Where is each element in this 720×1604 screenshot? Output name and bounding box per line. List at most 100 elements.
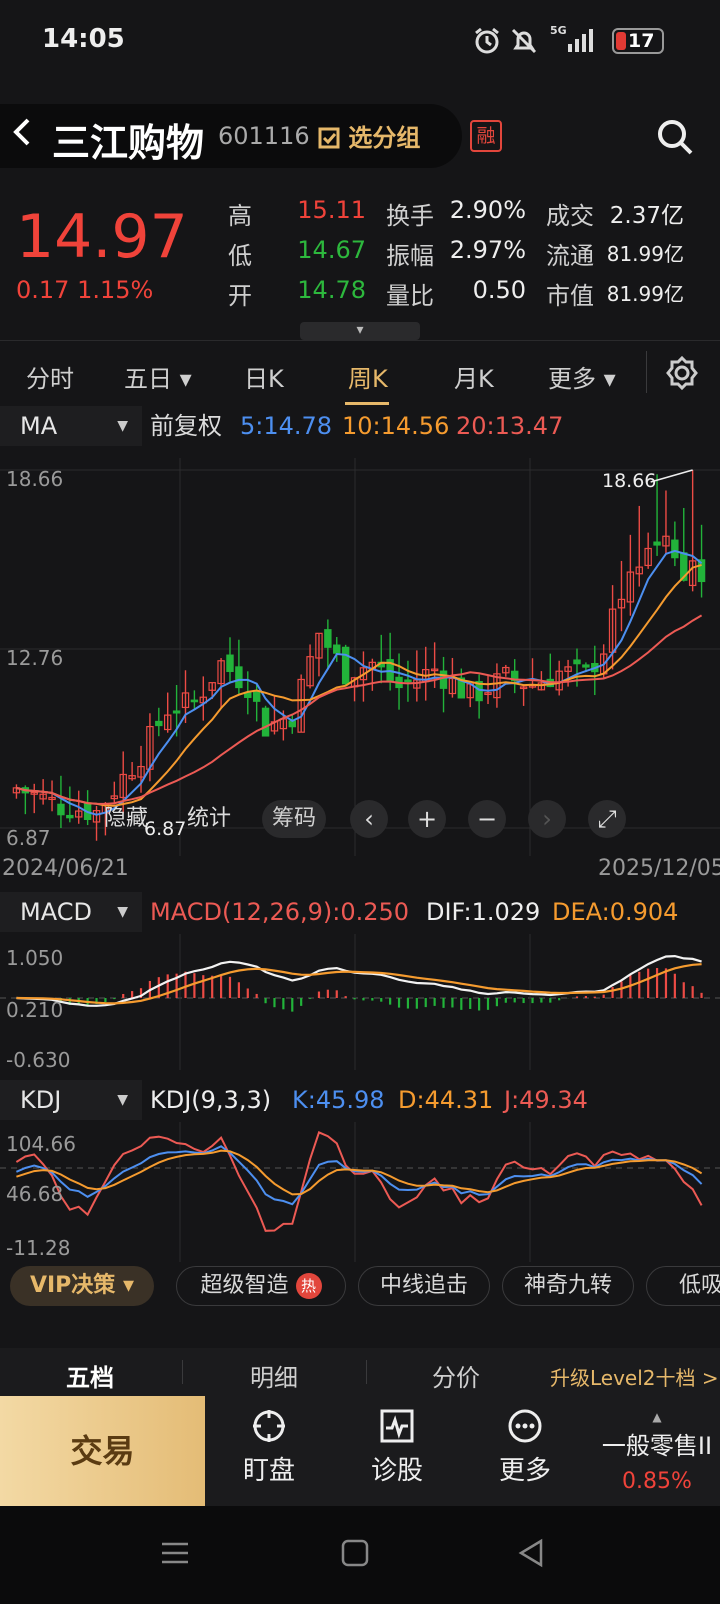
stats-button[interactable]: 统计	[176, 800, 242, 838]
back-icon[interactable]	[516, 1538, 546, 1568]
menu-icon[interactable]	[160, 1538, 190, 1568]
status-bar: 14:05 5G 17	[0, 0, 720, 80]
candle-body	[235, 666, 243, 689]
kdj-axis-mid: 46.68	[6, 1182, 64, 1206]
gear-icon[interactable]	[664, 355, 700, 391]
stock-name: 三江购物	[52, 121, 205, 165]
candle-body	[573, 659, 581, 665]
scroll-left-icon[interactable]: ‹	[350, 800, 388, 838]
trade-button[interactable]: 交易	[0, 1396, 205, 1506]
strategy-mid-term[interactable]: 中线追击	[358, 1266, 490, 1306]
candle-body	[582, 664, 590, 668]
kdj-d: D:44.31	[398, 1086, 494, 1114]
candle-body	[671, 539, 679, 559]
chevron-down-icon[interactable]: ▾	[300, 322, 420, 340]
checkbox-icon	[318, 127, 340, 149]
max-price-label: 18.66	[602, 470, 657, 492]
zoom-in-icon[interactable]: +	[408, 800, 446, 838]
macd-axis-bottom: -0.630	[6, 1048, 71, 1072]
hide-button[interactable]: 隐藏	[96, 800, 156, 838]
kdj-chart[interactable]	[0, 1122, 720, 1262]
kdj-k: K:45.98	[292, 1086, 385, 1114]
search-icon[interactable]	[656, 118, 694, 156]
low-value: 14.67	[297, 236, 366, 264]
kdj-j: J:49.34	[504, 1086, 588, 1114]
macd-header: MACD ▼ MACD(12,26,9):0.250 DIF:1.029 DEA:…	[0, 892, 720, 932]
chips-button[interactable]: 筹码	[262, 800, 326, 838]
more-button[interactable]: 更多	[480, 1408, 570, 1487]
candle-body	[653, 541, 661, 546]
kdj-axis-top: 104.66	[6, 1132, 76, 1156]
tab-daily-k[interactable]: 日K	[244, 359, 284, 394]
stock-code: 601116	[218, 122, 310, 150]
volume-label: 成交	[546, 202, 594, 230]
market-cap-label: 市值	[546, 282, 594, 310]
end-date-label: 2025/12/05	[598, 856, 720, 881]
macd-title: MACD(12,26,9):0.250	[150, 898, 410, 926]
candle-body	[252, 691, 261, 702]
home-icon[interactable]	[340, 1538, 370, 1568]
strategy-low-buy[interactable]: 低吸能	[646, 1266, 720, 1306]
high-value: 15.11	[297, 196, 366, 224]
select-group-button[interactable]: 选分组	[318, 118, 420, 153]
system-nav-bar	[0, 1506, 720, 1604]
fee-tier[interactable]: ▲ 一般零售II 0.85%	[594, 1410, 720, 1494]
tab-detail[interactable]: 明细	[250, 1358, 298, 1393]
ma20-value: 20:13.47	[456, 412, 564, 440]
watch-button[interactable]: 盯盘	[224, 1408, 314, 1487]
alarm-icon	[475, 27, 499, 54]
turnover-label: 换手	[386, 202, 434, 230]
kdj-title: KDJ(9,3,3)	[150, 1086, 272, 1114]
macd-selector[interactable]: MACD ▼	[0, 892, 142, 932]
period-tabs: 分时 五日 ▾ 日K 周K 月K 更多 ▾	[0, 340, 720, 405]
kline-chart[interactable]	[0, 458, 720, 856]
strategy-super-manufacturing[interactable]: 超级智造 热	[176, 1266, 346, 1306]
candle-body	[172, 710, 181, 714]
candle-body	[324, 629, 332, 648]
candle-body	[261, 707, 270, 737]
battery-icon: 17	[612, 28, 664, 54]
tab-five-levels[interactable]: 五档	[66, 1358, 114, 1393]
margin-badge[interactable]: 融	[470, 120, 502, 152]
ma-header: MA ▼ 前复权 5:14.78 10:14.56 20:13.47	[0, 406, 720, 446]
macd-dif: DIF:1.029	[426, 898, 541, 926]
detail-tabs: 五档 明细 分价 升级Level2十档 >	[0, 1348, 720, 1396]
tab-weekly-k[interactable]: 周K	[348, 359, 388, 394]
fullscreen-icon[interactable]: ⤢	[588, 800, 626, 838]
axis-top-label: 18.66	[6, 467, 64, 491]
tab-monthly-k[interactable]: 月K	[454, 359, 494, 394]
vip-decision-button[interactable]: VIP决策 ▾	[10, 1266, 154, 1306]
diagnose-button[interactable]: 诊股	[352, 1408, 442, 1487]
ma-selector[interactable]: MA ▼	[0, 406, 142, 446]
kdj-selector[interactable]: KDJ ▼	[0, 1080, 142, 1120]
adjust-label[interactable]: 前复权	[150, 406, 222, 446]
k-line	[16, 1145, 703, 1206]
price-change: 0.17 1.15%	[16, 276, 154, 304]
high-label: 高	[228, 202, 252, 230]
tab-more[interactable]: 更多 ▾	[548, 359, 616, 394]
ma10-value: 10:14.56	[342, 412, 450, 440]
stock-title-bar: 三江购物 601116 选分组	[0, 104, 462, 168]
candle-body	[226, 654, 234, 673]
low-label: 低	[228, 242, 252, 270]
candle-body	[66, 814, 74, 819]
float-cap-value: 81.99亿	[606, 242, 684, 266]
fee-label: 一般零售II	[601, 1432, 713, 1460]
bottom-toolbar: 交易 盯盘 诊股 更多 ▲ 一般零售II 0.85%	[0, 1396, 720, 1506]
divider	[182, 1360, 183, 1384]
tab-five-day[interactable]: 五日 ▾	[124, 359, 192, 394]
volume-ratio-value: 0.50	[472, 276, 526, 304]
market-cap-value: 81.99亿	[606, 282, 684, 306]
tab-intraday[interactable]: 分时	[26, 359, 74, 394]
strategy-magic-nine[interactable]: 神奇九转	[502, 1266, 634, 1306]
tab-price-dist[interactable]: 分价	[432, 1358, 480, 1393]
ma5-value: 5:14.78	[240, 412, 333, 440]
open-value: 14.78	[297, 276, 366, 304]
candle-body	[57, 803, 65, 816]
upgrade-level2-link[interactable]: 升级Level2十档 >	[550, 1362, 719, 1391]
zoom-out-icon[interactable]: −	[468, 800, 506, 838]
scroll-right-icon[interactable]: ›	[528, 800, 566, 838]
chevron-left-icon[interactable]	[10, 114, 34, 159]
macd-chart[interactable]	[0, 934, 720, 1070]
divider	[366, 1360, 367, 1384]
